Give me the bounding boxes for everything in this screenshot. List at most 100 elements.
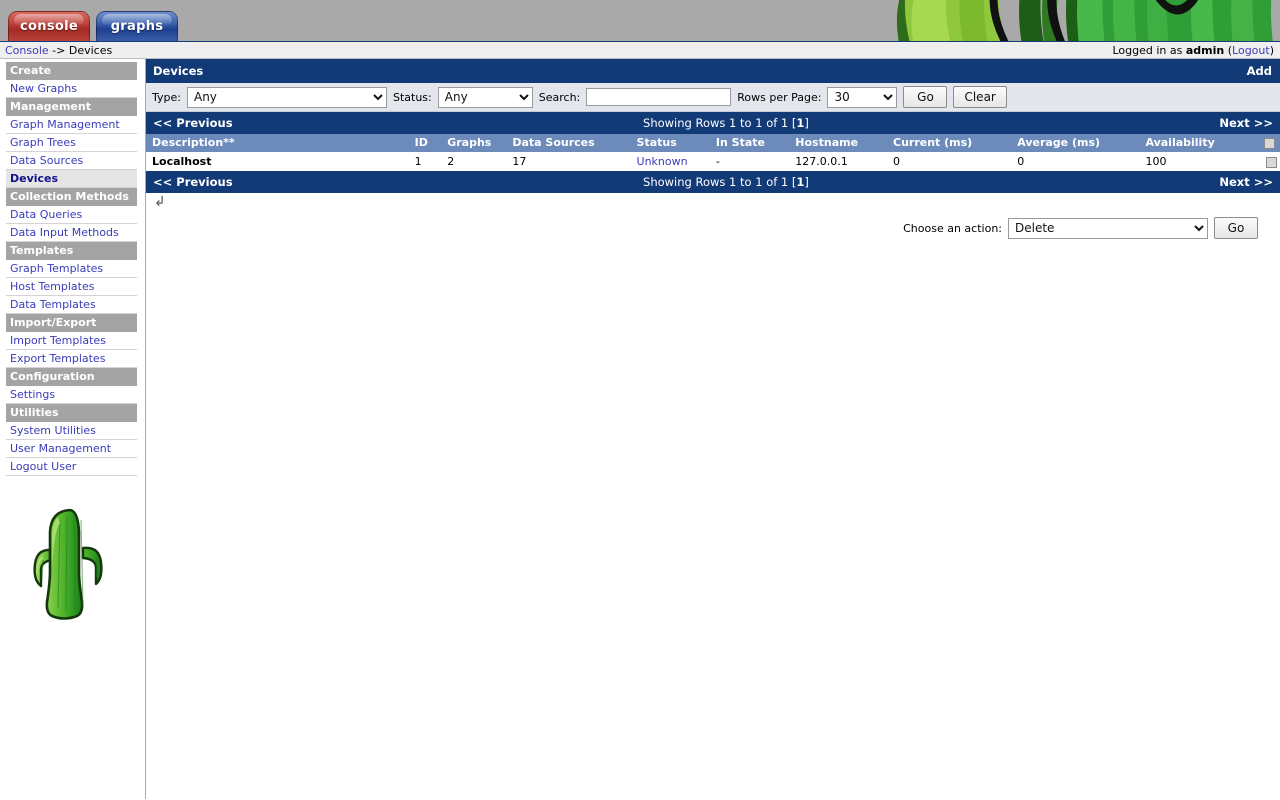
breadcrumb-bar: Console -> Devices Logged in as admin (L… xyxy=(0,41,1280,59)
sidebar-group-header: Templates xyxy=(6,242,137,260)
filter-bar: Type: Any Status: Any Search: Rows per P… xyxy=(146,83,1280,112)
cell-current-ms: 0 xyxy=(887,152,1012,171)
sidebar-group-header: Configuration xyxy=(6,368,137,386)
showing-prefix-bottom: Showing Rows 1 to 1 of 1 [ xyxy=(643,175,797,189)
column-header-current-ms[interactable]: Current (ms) xyxy=(887,134,1012,153)
tab-graphs[interactable]: graphs xyxy=(96,11,178,41)
column-header-hostname[interactable]: Hostname xyxy=(789,134,888,153)
logged-in-username: admin xyxy=(1185,44,1225,57)
column-header-status[interactable]: Status xyxy=(630,134,710,153)
column-header-in-state[interactable]: In State xyxy=(709,134,790,153)
cell-data-sources: 17 xyxy=(506,152,631,171)
sidebar: Create New Graphs Management Graph Manageme… xyxy=(0,59,146,799)
row-select-checkbox[interactable] xyxy=(1266,156,1278,168)
tab-console[interactable]: console xyxy=(8,11,90,41)
sidebar-group-header: Utilities xyxy=(6,404,137,422)
action-select[interactable]: Delete xyxy=(1008,217,1208,239)
status-filter-label: Status: xyxy=(392,90,432,104)
next-page-link-top[interactable]: Next >> xyxy=(1219,116,1273,130)
sidebar-item-logout-user[interactable]: Logout User xyxy=(6,458,137,476)
tab-graphs-label: graphs xyxy=(110,19,164,34)
sidebar-item-settings[interactable]: Settings xyxy=(6,386,137,404)
cactus-logo xyxy=(0,476,145,647)
tab-console-label: console xyxy=(20,19,78,34)
return-arrow-icon: ↲ xyxy=(154,194,166,210)
filter-go-button[interactable]: Go xyxy=(903,86,948,108)
breadcrumb-current: Devices xyxy=(68,44,113,57)
pager-bottom: << Previous Showing Rows 1 to 1 of 1 [1]… xyxy=(146,171,1280,193)
breadcrumb-separator: -> xyxy=(48,44,69,57)
breadcrumb-console-link[interactable]: Console xyxy=(5,44,49,57)
sidebar-item-data-sources[interactable]: Data Sources xyxy=(6,152,137,170)
sidebar-item-devices[interactable]: Devices xyxy=(6,170,137,188)
logout-close-paren: ) xyxy=(1269,44,1274,57)
showing-rows-top: Showing Rows 1 to 1 of 1 [1] xyxy=(233,112,1220,134)
column-header-id[interactable]: ID xyxy=(408,134,442,153)
column-header-data-sources[interactable]: Data Sources xyxy=(506,134,631,153)
showing-prefix-top: Showing Rows 1 to 1 of 1 [ xyxy=(643,116,797,130)
previous-page-link-top[interactable]: << Previous xyxy=(153,116,233,130)
sidebar-item-graph-management[interactable]: Graph Management xyxy=(6,116,137,134)
showing-suffix-top: ] xyxy=(804,116,809,130)
logout-link[interactable]: Logout xyxy=(1232,44,1270,57)
cell-description[interactable]: Localhost xyxy=(146,152,409,171)
showing-suffix-bottom: ] xyxy=(804,175,809,189)
type-filter-label: Type: xyxy=(152,90,181,104)
cell-average-ms: 0 xyxy=(1011,152,1140,171)
search-label: Search: xyxy=(538,90,581,104)
sidebar-item-user-management[interactable]: User Management xyxy=(6,440,137,458)
table-header-row: Description** ID Graphs Data Sources Status I… xyxy=(146,134,1280,153)
select-all-header-cell xyxy=(1257,134,1280,153)
cell-status[interactable]: Unknown xyxy=(630,152,710,171)
column-header-graphs[interactable]: Graphs xyxy=(441,134,507,153)
previous-page-link-bottom[interactable]: << Previous xyxy=(153,175,233,189)
sidebar-item-graph-trees[interactable]: Graph Trees xyxy=(6,134,137,152)
sidebar-group-header: Management xyxy=(6,98,137,116)
logged-in-prefix: Logged in as xyxy=(1112,44,1186,57)
sidebar-item-graph-templates[interactable]: Graph Templates xyxy=(6,260,137,278)
sidebar-item-data-templates[interactable]: Data Templates xyxy=(6,296,137,314)
type-filter-select[interactable]: Any xyxy=(186,86,387,108)
selection-arrow-row: ↲ xyxy=(146,193,1280,215)
search-input[interactable] xyxy=(586,88,732,106)
sidebar-item-host-templates[interactable]: Host Templates xyxy=(6,278,137,296)
sidebar-item-import-templates[interactable]: Import Templates xyxy=(6,332,137,350)
devices-table: Description** ID Graphs Data Sources Status I… xyxy=(146,134,1280,171)
column-header-availability[interactable]: Availability xyxy=(1139,134,1258,153)
page-body: Create New Graphs Management Graph Manageme… xyxy=(0,59,1280,799)
sidebar-group-header: Import/Export xyxy=(6,314,137,332)
pager-top: << Previous Showing Rows 1 to 1 of 1 [1]… xyxy=(146,112,1280,134)
cell-in-state: - xyxy=(709,152,790,171)
filter-clear-button[interactable]: Clear xyxy=(953,86,1007,108)
cell-hostname: 127.0.0.1 xyxy=(789,152,888,171)
rows-per-page-select[interactable]: 30 xyxy=(827,86,898,108)
sidebar-nav: Create New Graphs Management Graph Manageme… xyxy=(0,62,145,476)
cactus-banner-image xyxy=(895,0,1280,41)
top-banner: console graphs xyxy=(0,0,1280,41)
sidebar-item-new-graphs[interactable]: New Graphs xyxy=(6,80,137,98)
sidebar-item-data-input-methods[interactable]: Data Input Methods xyxy=(6,224,137,242)
cell-graphs: 2 xyxy=(441,152,507,171)
table-body: Localhost 1 2 17 Unknown -127.0.0.1 0 0 100 xyxy=(146,152,1280,171)
row-select-cell xyxy=(1257,152,1280,171)
next-page-link-bottom[interactable]: Next >> xyxy=(1219,175,1273,189)
devices-panel: Devices Add Type: Any Status: Any Search… xyxy=(146,59,1280,241)
column-header-average-ms[interactable]: Average (ms) xyxy=(1011,134,1140,153)
table-row[interactable]: Localhost 1 2 17 Unknown -127.0.0.1 0 0 100 xyxy=(146,152,1280,171)
breadcrumb: Console -> Devices xyxy=(5,44,112,57)
status-filter-select[interactable]: Any xyxy=(437,86,533,108)
cell-id: 1 xyxy=(408,152,442,171)
sidebar-group-header: Create xyxy=(6,62,137,80)
select-all-checkbox[interactable] xyxy=(1263,137,1275,149)
logout-open-paren: ( xyxy=(1224,44,1233,57)
sidebar-group-header: Collection Methods xyxy=(6,188,137,206)
add-device-link[interactable]: Add xyxy=(1247,59,1272,83)
login-status: Logged in as admin (Logout) xyxy=(1112,44,1274,57)
column-header-description[interactable]: Description** xyxy=(146,134,409,153)
sidebar-item-data-queries[interactable]: Data Queries xyxy=(6,206,137,224)
sidebar-item-export-templates[interactable]: Export Templates xyxy=(6,350,137,368)
cell-availability: 100 xyxy=(1139,152,1258,171)
action-row: Choose an action: Delete Go xyxy=(146,215,1280,241)
sidebar-item-system-utilities[interactable]: System Utilities xyxy=(6,422,137,440)
action-go-button[interactable]: Go xyxy=(1214,217,1258,239)
